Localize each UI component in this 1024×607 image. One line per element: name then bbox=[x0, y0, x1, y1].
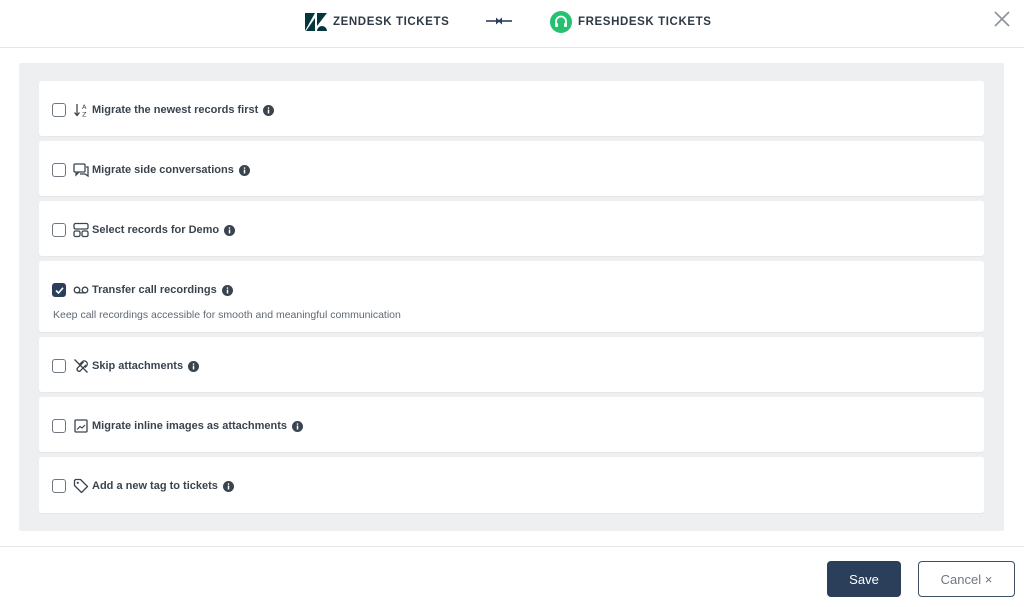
option-card-add-tag: Add a new tag to tickets bbox=[39, 457, 984, 513]
option-row: Migrate inline images as attachments bbox=[52, 417, 304, 435]
option-description: Keep call recordings accessible for smoo… bbox=[53, 309, 401, 321]
option-card-inline-images: Migrate inline images as attachments bbox=[39, 397, 984, 452]
option-row: Migrate side conversations bbox=[52, 161, 250, 179]
info-icon[interactable] bbox=[221, 284, 233, 296]
newest-first-checkbox[interactable] bbox=[52, 103, 66, 117]
option-card-demo-records: Select records for Demo bbox=[39, 201, 984, 256]
save-button[interactable]: Save bbox=[827, 561, 901, 597]
option-label: Migrate the newest records first bbox=[92, 104, 259, 116]
option-label: Select records for Demo bbox=[92, 224, 220, 236]
option-card-call-recordings: Transfer call recordings Keep call recor… bbox=[39, 261, 984, 332]
footer: Save Cancel × bbox=[0, 546, 1024, 607]
records-icon bbox=[72, 221, 90, 239]
demo-records-checkbox[interactable] bbox=[52, 223, 66, 237]
options-panel: A Z Migrate the newest records first Mig… bbox=[19, 63, 1004, 531]
zendesk-logo-icon bbox=[305, 13, 327, 31]
add-tag-checkbox[interactable] bbox=[52, 479, 66, 493]
header: ZENDESK TICKETS FRESHDESK TICKETS bbox=[0, 0, 1024, 48]
close-icon[interactable] bbox=[992, 9, 1012, 29]
option-row: A Z Migrate the newest records first bbox=[52, 101, 275, 119]
tag-icon bbox=[72, 477, 90, 495]
option-card-newest-first: A Z Migrate the newest records first bbox=[39, 81, 984, 136]
option-label: Migrate inline images as attachments bbox=[92, 420, 288, 432]
info-icon[interactable] bbox=[263, 104, 275, 116]
sync-arrows-icon bbox=[486, 17, 512, 25]
image-icon bbox=[72, 417, 90, 435]
option-label: Migrate side conversations bbox=[92, 164, 234, 176]
sort-icon: A Z bbox=[72, 101, 90, 119]
call-recordings-checkbox[interactable] bbox=[52, 283, 66, 297]
cancel-button[interactable]: Cancel × bbox=[918, 561, 1015, 597]
target-label: FRESHDESK TICKETS bbox=[578, 16, 712, 28]
skip-attachments-checkbox[interactable] bbox=[52, 359, 66, 373]
freshdesk-logo-icon bbox=[550, 11, 572, 33]
info-icon[interactable] bbox=[238, 164, 250, 176]
option-row: Transfer call recordings bbox=[52, 281, 233, 299]
source-label: ZENDESK TICKETS bbox=[333, 16, 450, 28]
option-row: Skip attachments bbox=[52, 357, 200, 375]
attachment-off-icon bbox=[72, 357, 90, 375]
svg-text:Z: Z bbox=[82, 111, 87, 119]
target-brand: FRESHDESK TICKETS bbox=[550, 11, 712, 33]
inline-images-checkbox[interactable] bbox=[52, 419, 66, 433]
info-icon[interactable] bbox=[188, 360, 200, 372]
voicemail-icon bbox=[72, 281, 90, 299]
option-card-side-conversations: Migrate side conversations bbox=[39, 141, 984, 196]
info-icon[interactable] bbox=[292, 420, 304, 432]
info-icon[interactable] bbox=[224, 224, 236, 236]
option-label: Transfer call recordings bbox=[92, 284, 217, 296]
option-row: Add a new tag to tickets bbox=[52, 477, 234, 495]
side-conversations-checkbox[interactable] bbox=[52, 163, 66, 177]
option-label: Add a new tag to tickets bbox=[92, 480, 218, 492]
info-icon[interactable] bbox=[222, 480, 234, 492]
option-card-skip-attachments: Skip attachments bbox=[39, 337, 984, 392]
chat-icon bbox=[72, 161, 90, 179]
source-brand: ZENDESK TICKETS bbox=[305, 11, 449, 33]
option-row: Select records for Demo bbox=[52, 221, 236, 239]
option-label: Skip attachments bbox=[92, 360, 184, 372]
